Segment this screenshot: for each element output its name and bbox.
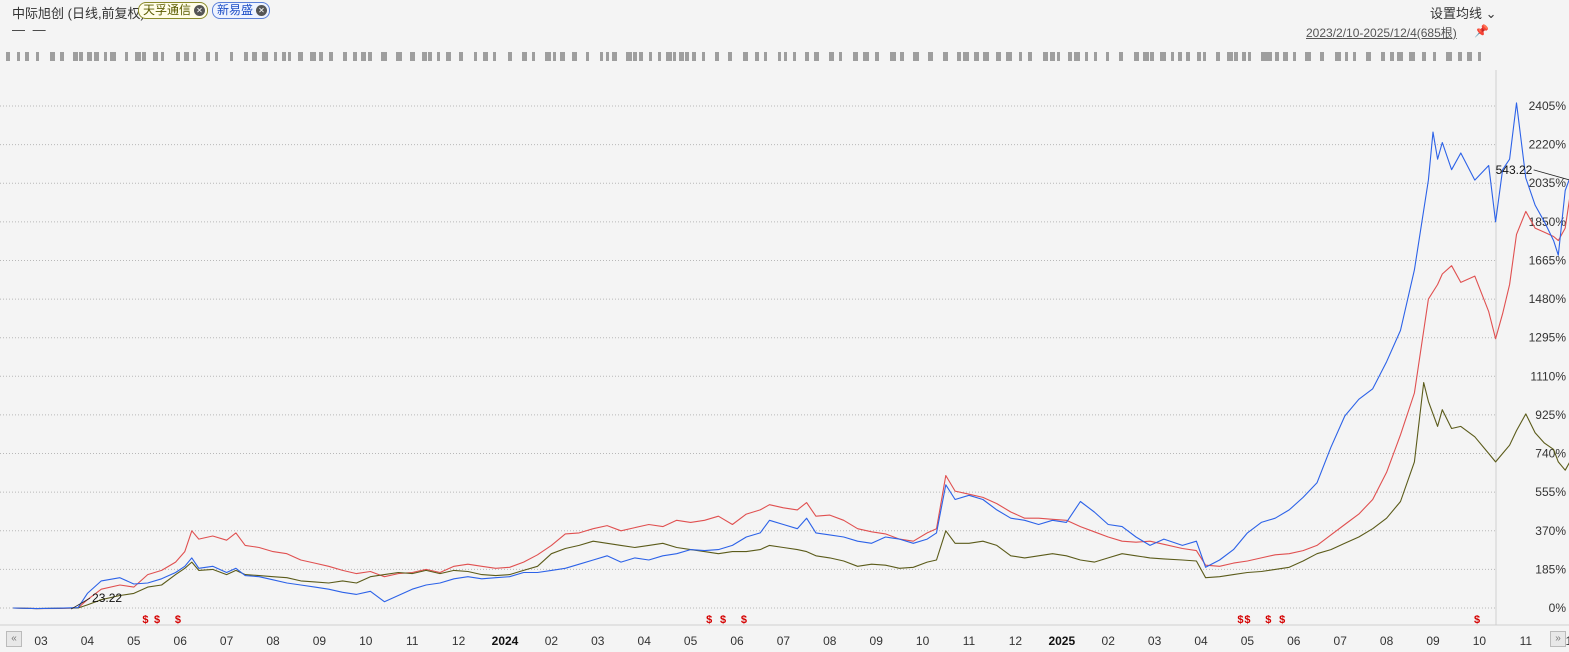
y-tick-label: 1295% <box>1529 331 1567 345</box>
x-tick-label: 10 <box>1473 634 1487 648</box>
x-axis: 03 04 05 06 07 08 09 10 11 12 2024 02 03 04 05 06 07 08 09… <box>34 634 1569 648</box>
y-axis: 0% 185% 370% 555% 740% 925% 1110% 1295% 1480% 166… <box>1529 99 1567 615</box>
annotation-label: 23.22 <box>92 591 122 605</box>
x-tick-label: 12 <box>1566 634 1569 648</box>
x-tick-label: 08 <box>1380 634 1394 648</box>
dividend-marker: $ <box>1474 614 1480 626</box>
y-tick-label: 0% <box>1549 601 1567 615</box>
x-tick-label: 04 <box>81 634 95 648</box>
y-tick-label: 185% <box>1535 562 1566 576</box>
x-tick-label: 07 <box>220 634 234 648</box>
scroll-right-button[interactable]: » <box>1550 631 1566 647</box>
dividend-marker: $ <box>142 614 148 626</box>
series-line-2 <box>13 382 1569 610</box>
x-tick-label: 09 <box>313 634 327 648</box>
x-tick-label: 11 <box>1520 634 1533 648</box>
x-tick-label: 08 <box>823 634 837 648</box>
dividend-marker: $ <box>1279 614 1285 626</box>
y-tick-label: 1110% <box>1530 369 1566 383</box>
x-tick-label: 10 <box>359 634 373 648</box>
annotation-label: 543.22 <box>1496 163 1533 177</box>
y-tick-label: 925% <box>1535 408 1566 422</box>
x-tick-label: 09 <box>1426 634 1440 648</box>
x-tick-label: 03 <box>591 634 605 648</box>
x-tick-label: 05 <box>127 634 141 648</box>
x-tick-label: 11 <box>963 634 976 648</box>
price-comparison-chart: 0% 185% 370% 555% 740% 925% 1110% 1295% 1480% 166… <box>0 70 1569 648</box>
x-tick-label: 07 <box>777 634 791 648</box>
x-tick-label: 12 <box>452 634 466 648</box>
x-tick-label: 04 <box>1194 634 1208 648</box>
x-tick-label: 06 <box>730 634 744 648</box>
x-year-label: 2024 <box>492 634 519 648</box>
dividend-marker: $ <box>175 614 181 626</box>
annotation-layer: 23.22 543.22 <box>70 163 1569 610</box>
y-tick-label: 2405% <box>1529 99 1567 113</box>
dividend-marker: $ <box>1265 614 1271 626</box>
scroll-left-button[interactable]: « <box>6 631 22 647</box>
y-tick-label: 1665% <box>1529 253 1567 267</box>
series-layer <box>13 102 1569 610</box>
x-tick-label: 06 <box>1287 634 1301 648</box>
dividend-marker: $ <box>154 614 160 626</box>
x-tick-label: 11 <box>406 634 419 648</box>
x-year-label: 2025 <box>1048 634 1075 648</box>
dividend-marker: $ <box>1237 614 1243 626</box>
x-tick-label: 06 <box>174 634 188 648</box>
y-tick-label: 740% <box>1535 447 1566 461</box>
x-tick-label: 03 <box>34 634 48 648</box>
x-tick-label: 05 <box>684 634 698 648</box>
x-tick-label: 03 <box>1148 634 1162 648</box>
y-tick-label: 555% <box>1535 485 1566 499</box>
series-line-1 <box>13 198 1569 610</box>
x-tick-label: 12 <box>1009 634 1023 648</box>
x-tick-label: 04 <box>638 634 652 648</box>
y-tick-label: 370% <box>1535 524 1566 538</box>
x-tick-label: 05 <box>1241 634 1255 648</box>
y-tick-label: 2035% <box>1529 176 1567 190</box>
x-tick-label: 02 <box>545 634 559 648</box>
dividend-marker: $ <box>1244 614 1250 626</box>
x-tick-label: 09 <box>870 634 884 648</box>
dividend-marker: $ <box>706 614 712 626</box>
x-tick-label: 08 <box>266 634 280 648</box>
x-tick-label: 07 <box>1334 634 1348 648</box>
dividend-marker: $ <box>741 614 747 626</box>
series-line-3 <box>13 102 1569 610</box>
grid-lines <box>0 70 1569 626</box>
y-tick-label: 1480% <box>1529 292 1567 306</box>
x-tick-label: 10 <box>916 634 930 648</box>
x-tick-label: 02 <box>1102 634 1116 648</box>
dividend-marker: $ <box>720 614 726 626</box>
dividend-marker-layer: $ $ $ $ $ $ $ $ $ $ $ <box>142 614 1480 626</box>
y-tick-label: 2220% <box>1529 138 1567 152</box>
